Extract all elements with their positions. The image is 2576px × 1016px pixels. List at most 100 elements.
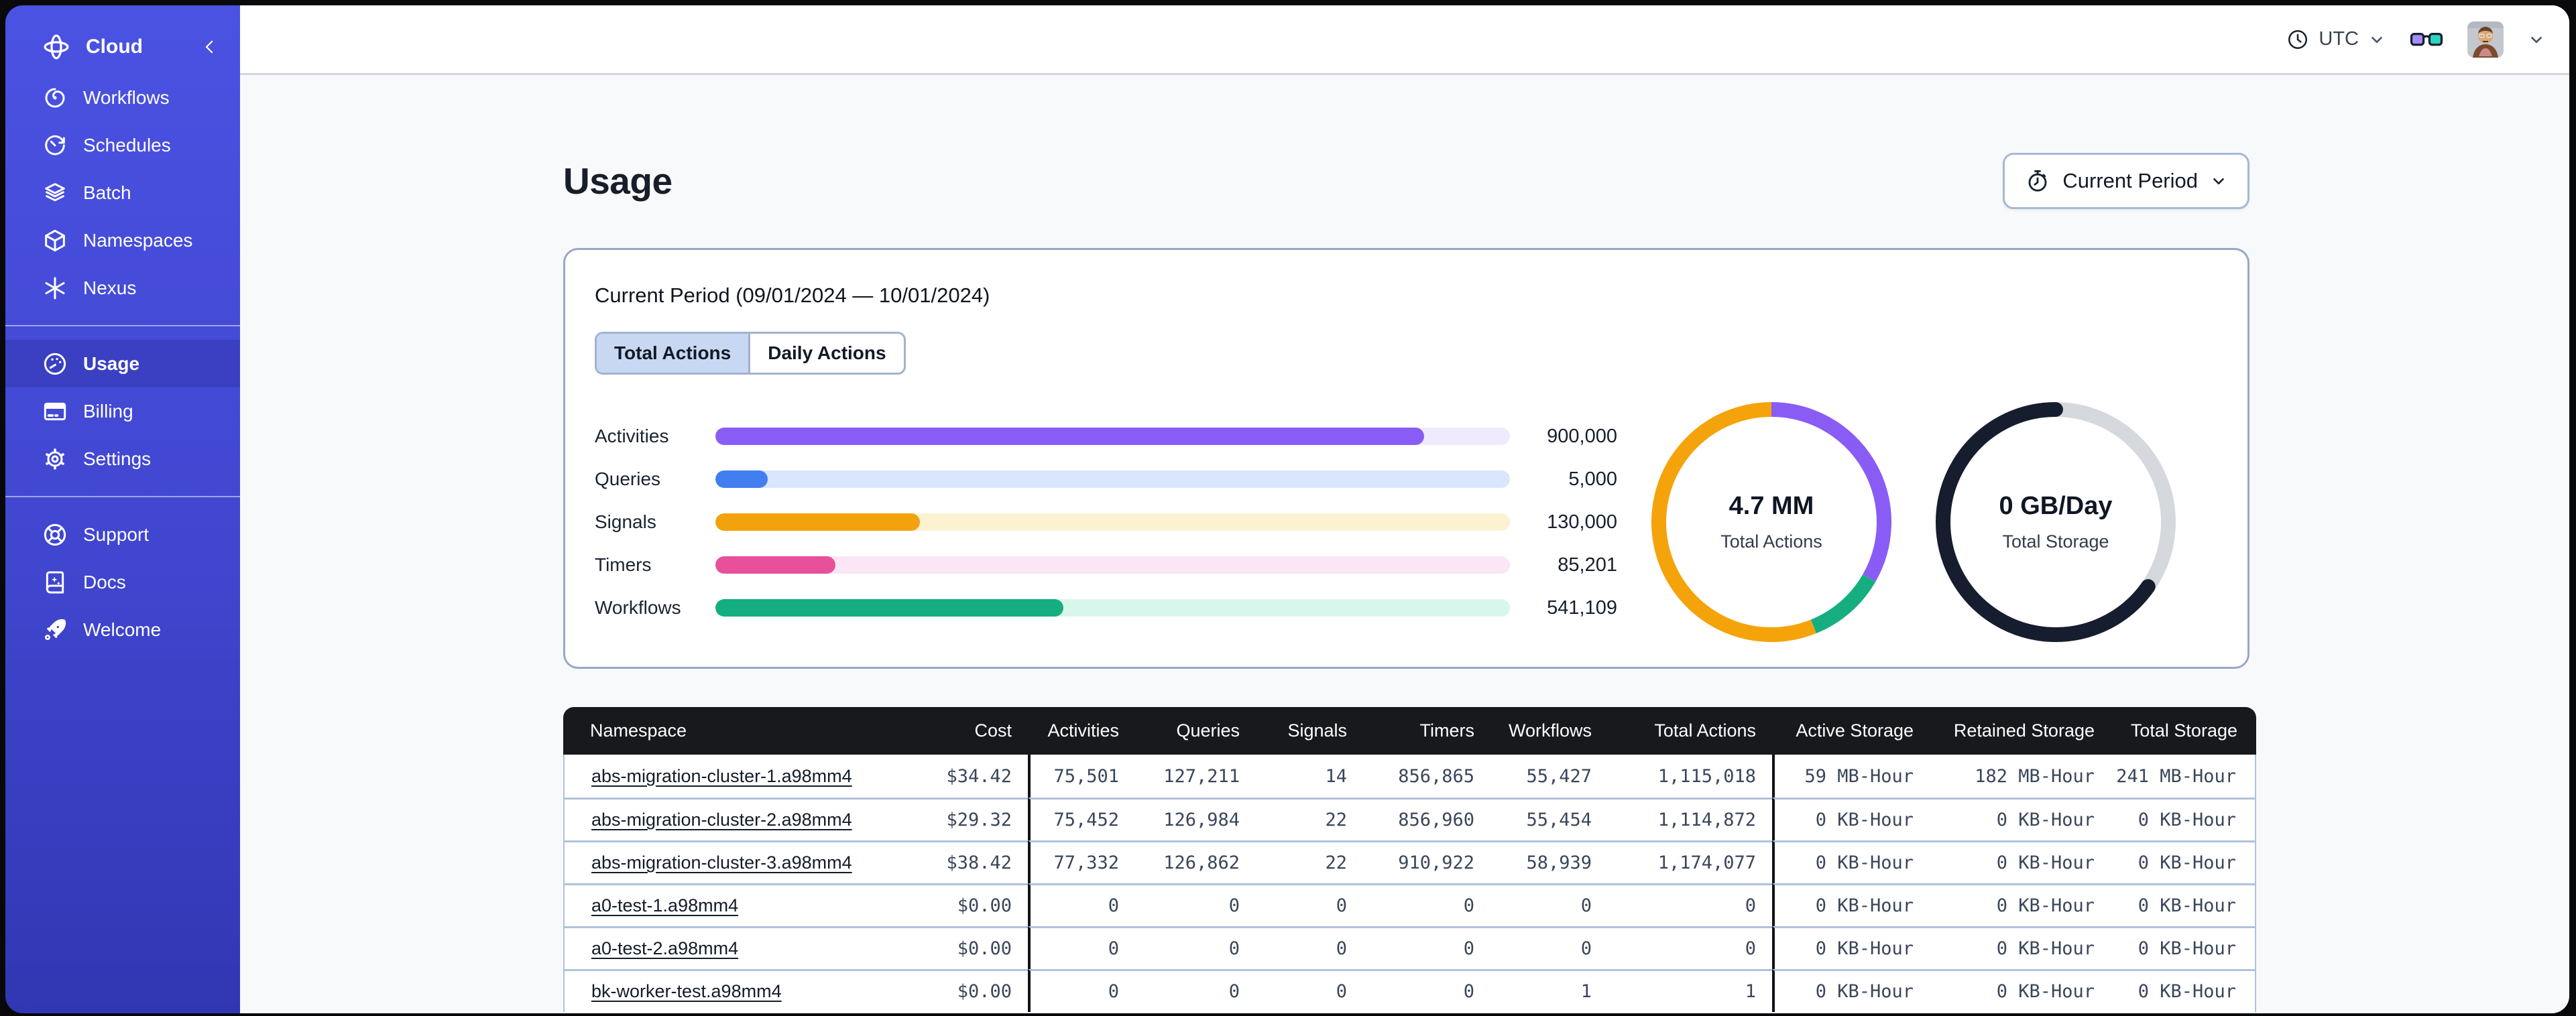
sidebar-item-welcome[interactable]: Welcome	[5, 606, 240, 653]
usage-card-title: Current Period (09/01/2024 — 10/01/2024)	[595, 283, 990, 307]
book-sparkle-icon	[42, 569, 68, 596]
usage-bar-chart: Activities 900,000 Queries 5,000 Signals 130,…	[595, 415, 1617, 629]
cell-queries: 0	[1135, 969, 1256, 1012]
sidebar-nav-footer: Support Docs Welcome	[5, 511, 240, 653]
sidebar-nav-main: Workflows Schedules Batch Namespaces Nexus	[5, 74, 240, 312]
namespace-link[interactable]: abs-migration-cluster-2.a98mm4	[591, 810, 852, 830]
cell-total-storage: 0 KB-Hour	[2111, 969, 2256, 1012]
cell-cost: $29.32	[872, 798, 1028, 840]
layers-icon	[42, 180, 68, 206]
cell-queries: 126,862	[1135, 840, 1256, 883]
bar-label: Timers	[595, 554, 652, 575]
bar-row-queries: Queries 5,000	[595, 458, 1617, 501]
sidebar-item-usage[interactable]: Usage	[5, 340, 240, 387]
column-header-total-storage: Total Storage	[2111, 707, 2256, 755]
usage-charts: Activities 900,000 Queries 5,000 Signals 130,…	[595, 395, 2218, 649]
table-row: abs-migration-cluster-2.a98mm4 $29.32 75,4…	[563, 798, 2256, 840]
cell-workflows: 55,427	[1490, 755, 1608, 798]
cell-timers: 910,922	[1363, 840, 1490, 883]
cell-queries: 0	[1135, 926, 1256, 969]
cell-total-storage: 0 KB-Hour	[2111, 840, 2256, 883]
bar-value: 130,000	[1547, 511, 1617, 533]
bar-row-workflows: Workflows 541,109	[595, 586, 1617, 629]
cell-total-storage: 0 KB-Hour	[2111, 798, 2256, 840]
rocket-icon	[42, 617, 68, 643]
sidebar-nav-account: Usage Billing Settings	[5, 340, 240, 483]
cell-signals: 14	[1256, 755, 1363, 798]
donut-label: Total Storage	[2002, 531, 2109, 552]
namespace-cell: a0-test-1.a98mm4	[563, 883, 872, 926]
sidebar-item-label: Workflows	[83, 86, 170, 108]
bar-track	[715, 556, 1510, 574]
asterisk-icon	[42, 275, 68, 302]
tab-daily-actions[interactable]: Daily Actions	[750, 334, 903, 373]
stopwatch-icon	[2025, 168, 2050, 194]
cell-activities: 0	[1028, 926, 1135, 969]
cell-retained-storage: 0 KB-Hour	[1930, 883, 2111, 926]
cell-total-actions: 0	[1608, 883, 1772, 926]
cell-signals: 0	[1256, 883, 1363, 926]
namespace-cell: abs-migration-cluster-1.a98mm4	[563, 755, 872, 798]
table-row: abs-migration-cluster-1.a98mm4 $34.42 75,5…	[563, 755, 2256, 798]
column-header-queries: Queries	[1135, 707, 1256, 755]
sidebar-item-billing[interactable]: Billing	[5, 387, 240, 435]
sidebar-item-docs[interactable]: Docs	[5, 558, 240, 606]
account-menu-chevron-icon[interactable]	[2528, 31, 2545, 48]
credit-card-icon	[42, 398, 68, 425]
cell-activities: 77,332	[1028, 840, 1135, 883]
actions-tab-group: Total Actions Daily Actions	[595, 332, 906, 375]
app-window: Cloud Workflows Schedules Batch Namespaces N…	[5, 5, 2569, 1013]
timezone-selector[interactable]: UTC	[2286, 28, 2386, 51]
gauge-icon	[42, 351, 68, 377]
sidebar-item-batch[interactable]: Batch	[5, 169, 240, 216]
namespace-usage-table: Namespace Cost Activities Queries Signals Tim…	[563, 707, 2256, 1012]
namespace-cell: abs-migration-cluster-2.a98mm4	[563, 798, 872, 840]
cell-workflows: 0	[1490, 883, 1608, 926]
total-actions-donut: 4.7 MM Total Actions	[1644, 395, 1899, 649]
period-selector-button[interactable]: Current Period	[2003, 153, 2249, 209]
bar-fill	[715, 599, 1064, 617]
sidebar-item-workflows[interactable]: Workflows	[5, 74, 240, 121]
bar-row-timers: Timers 85,201	[595, 544, 1617, 586]
namespace-link[interactable]: bk-worker-test.a98mm4	[591, 981, 782, 1001]
column-header-total-actions: Total Actions	[1608, 707, 1772, 755]
column-header-signals: Signals	[1256, 707, 1363, 755]
cell-queries: 127,211	[1135, 755, 1256, 798]
chevron-down-icon	[2368, 31, 2386, 48]
main-area: UTC Usage Current Period Current Period …	[240, 5, 2569, 1013]
cell-retained-storage: 182 MB-Hour	[1930, 755, 2111, 798]
tab-total-actions[interactable]: Total Actions	[597, 334, 751, 373]
sidebar-item-support[interactable]: Support	[5, 511, 240, 558]
sidebar: Cloud Workflows Schedules Batch Namespaces N…	[5, 5, 240, 1013]
total-storage-donut: 0 GB/Day Total Storage	[1928, 395, 2183, 649]
sidebar-item-settings[interactable]: Settings	[5, 435, 240, 483]
namespace-cell: a0-test-2.a98mm4	[563, 926, 872, 969]
bar-label: Activities	[595, 426, 669, 446]
user-avatar[interactable]	[2467, 21, 2504, 58]
namespace-link[interactable]: abs-migration-cluster-1.a98mm4	[591, 766, 852, 786]
sidebar-item-namespaces[interactable]: Namespaces	[5, 216, 240, 264]
sidebar-collapse-icon[interactable]	[200, 37, 220, 57]
namespace-link[interactable]: abs-migration-cluster-3.a98mm4	[591, 852, 852, 873]
namespace-link[interactable]: a0-test-2.a98mm4	[591, 938, 738, 958]
bar-track	[715, 470, 1510, 488]
cell-activities: 0	[1028, 969, 1135, 1012]
cell-activities: 75,501	[1028, 755, 1135, 798]
cell-total-actions: 1,174,077	[1608, 840, 1772, 883]
cell-workflows: 55,454	[1490, 798, 1608, 840]
sidebar-item-label: Namespaces	[83, 229, 193, 251]
cell-workflows: 0	[1490, 926, 1608, 969]
cell-timers: 0	[1363, 926, 1490, 969]
glasses-icon[interactable]	[2410, 28, 2443, 51]
timezone-label: UTC	[2319, 28, 2359, 50]
sidebar-item-label: Nexus	[83, 277, 137, 298]
namespace-link[interactable]: a0-test-1.a98mm4	[591, 895, 738, 915]
sidebar-brand[interactable]: Cloud	[5, 20, 240, 74]
bar-track	[715, 599, 1510, 617]
cell-total-storage: 0 KB-Hour	[2111, 883, 2256, 926]
sidebar-item-schedules[interactable]: Schedules	[5, 121, 240, 169]
bar-value: 5,000	[1568, 468, 1617, 490]
sidebar-item-label: Docs	[83, 571, 126, 592]
cell-signals: 22	[1256, 840, 1363, 883]
sidebar-item-nexus[interactable]: Nexus	[5, 264, 240, 312]
